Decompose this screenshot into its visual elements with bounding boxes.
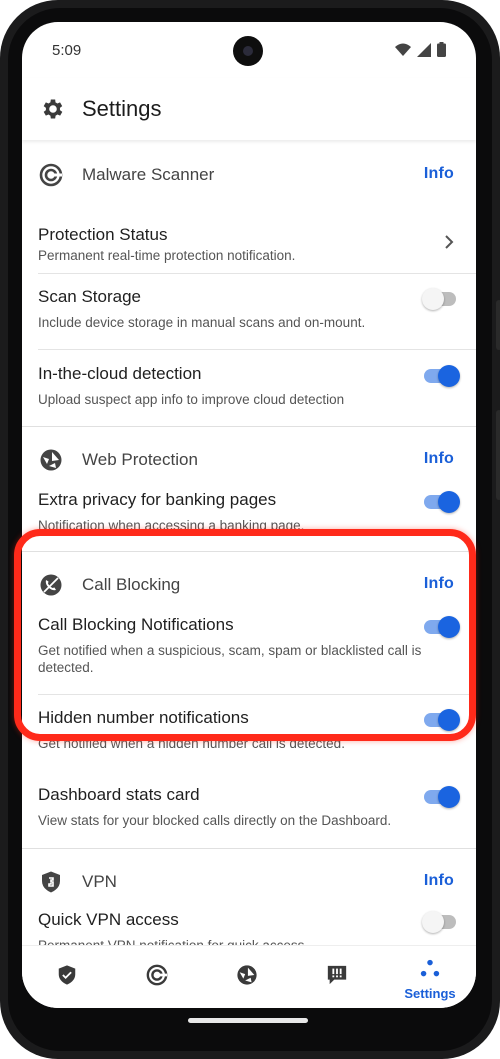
chevron-right-icon xyxy=(445,235,454,249)
section-divider xyxy=(22,848,476,849)
system-icons xyxy=(395,42,446,57)
section-title: Web Protection xyxy=(82,450,198,469)
scan-storage-toggle[interactable] xyxy=(422,287,460,310)
signal-icon xyxy=(417,42,431,57)
section-web-protection: Web Protection Info xyxy=(22,440,476,480)
shield-check-icon xyxy=(58,965,76,985)
banking-privacy-toggle[interactable] xyxy=(422,490,460,513)
section-title: VPN xyxy=(82,872,117,891)
call-blocking-highlight-annotation xyxy=(14,529,476,741)
dashboard-stats-toggle[interactable] xyxy=(422,785,460,808)
info-link-web[interactable]: Info xyxy=(424,450,454,468)
status-time: 5:09 xyxy=(52,42,82,59)
vpn-shield-icon xyxy=(42,871,60,893)
nav-settings[interactable]: Settings xyxy=(385,946,475,1008)
divider xyxy=(38,273,476,274)
row-title: Extra privacy for banking pages xyxy=(38,490,277,509)
info-link-malware[interactable]: Info xyxy=(424,165,454,183)
front-camera xyxy=(233,36,263,66)
row-title: In-the-cloud detection xyxy=(38,364,202,383)
nav-call-blocking[interactable] xyxy=(292,946,382,1008)
web-protection-icon xyxy=(40,449,62,471)
scanner-icon xyxy=(146,964,168,986)
screen: 5:09 Settings Malware Scanner Info Prote… xyxy=(22,22,476,1008)
power-button xyxy=(496,410,500,500)
section-title: Malware Scanner xyxy=(82,165,215,184)
info-link-vpn[interactable]: Info xyxy=(424,872,454,890)
nav-dashboard[interactable] xyxy=(22,946,112,1008)
row-subtitle: Include device storage in manual scans a… xyxy=(38,315,366,330)
app-bar: Settings xyxy=(22,78,476,140)
row-title: Protection Status xyxy=(38,225,168,244)
quick-vpn-toggle[interactable] xyxy=(422,910,460,933)
nav-web-protection[interactable] xyxy=(202,946,292,1008)
settings-dots-icon xyxy=(420,959,440,977)
row-cloud-detection[interactable]: In-the-cloud detection Upload suspect ap… xyxy=(38,364,460,424)
row-subtitle: Permanent real-time protection notificat… xyxy=(38,248,296,263)
row-protection-status[interactable]: Protection Status Permanent real-time pr… xyxy=(38,225,460,275)
cloud-detection-toggle[interactable] xyxy=(422,364,460,387)
row-title: Scan Storage xyxy=(38,287,142,306)
web-icon xyxy=(237,965,257,985)
row-subtitle: Upload suspect app info to improve cloud… xyxy=(38,392,345,407)
nav-label: Settings xyxy=(404,986,456,1001)
section-vpn: VPN Info xyxy=(22,862,476,902)
message-alert-icon xyxy=(327,965,347,985)
home-indicator[interactable] xyxy=(188,1018,308,1023)
row-title: Dashboard stats card xyxy=(38,785,200,804)
section-divider xyxy=(22,426,476,427)
row-quick-vpn[interactable]: Quick VPN access Permanent VPN notificat… xyxy=(38,910,460,945)
gear-icon xyxy=(43,99,63,119)
status-bar: 5:09 xyxy=(22,22,476,78)
row-subtitle: Permanent VPN notification for quick acc… xyxy=(38,937,428,945)
wifi-icon xyxy=(395,43,411,56)
row-subtitle: View stats for your blocked calls direct… xyxy=(38,813,392,828)
bottom-navigation: Settings xyxy=(22,945,476,1008)
section-malware-scanner: Malware Scanner Info xyxy=(22,155,476,195)
volume-button xyxy=(496,300,500,350)
row-title: Quick VPN access xyxy=(38,910,179,929)
battery-icon xyxy=(437,42,446,57)
row-scan-storage[interactable]: Scan Storage Include device storage in m… xyxy=(38,287,460,347)
page-title: Settings xyxy=(82,96,162,121)
nav-scanner[interactable] xyxy=(112,946,202,1008)
malware-scanner-icon xyxy=(39,163,63,187)
divider xyxy=(38,349,476,350)
row-dashboard-stats[interactable]: Dashboard stats card View stats for your… xyxy=(38,785,460,835)
